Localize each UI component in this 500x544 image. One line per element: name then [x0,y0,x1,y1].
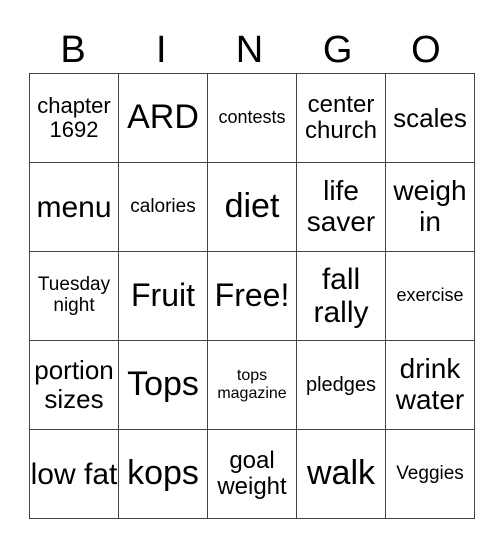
bingo-cell[interactable]: calories [118,162,208,252]
bingo-cell[interactable]: diet [207,162,297,252]
bingo-cell[interactable]: Fruit [118,251,208,341]
bingo-cell[interactable]: low fat [29,429,119,519]
bingo-cell[interactable]: exercise [385,251,475,341]
grid-row: portion sizes Tops tops magazine pledges… [29,340,475,430]
header-letter-n: N [235,29,264,71]
bingo-cell[interactable]: tops magazine [207,340,297,430]
bingo-cell[interactable]: contests [207,73,297,163]
bingo-cell[interactable]: drink water [385,340,475,430]
grid-row: Tuesday night Fruit Free! fall rally exe… [29,251,475,341]
bingo-grid: chapter 1692 ARD contests center church … [29,73,475,519]
bingo-cell[interactable]: scales [385,73,475,163]
grid-row: low fat kops goal weight walk Veggies [29,429,475,519]
bingo-cell[interactable]: portion sizes [29,340,119,430]
bingo-cell[interactable]: Tuesday night [29,251,119,341]
header-letter-g: G [322,29,353,71]
bingo-cell[interactable]: pledges [296,340,386,430]
bingo-cell[interactable]: walk [296,429,386,519]
bingo-cell[interactable]: goal weight [207,429,297,519]
bingo-cell[interactable]: Free! [207,251,297,341]
bingo-cell[interactable]: weigh in [385,162,475,252]
header-letter-b: B [60,29,86,71]
bingo-cell[interactable]: chapter 1692 [29,73,119,163]
bingo-cell[interactable]: center church [296,73,386,163]
bingo-cell[interactable]: fall rally [296,251,386,341]
bingo-cell[interactable]: ARD [118,73,208,163]
bingo-cell[interactable]: menu [29,162,119,252]
bingo-cell[interactable]: Tops [118,340,208,430]
bingo-cell[interactable]: Veggies [385,429,475,519]
bingo-header: B I N G O [29,28,470,72]
grid-row: chapter 1692 ARD contests center church … [29,73,475,163]
grid-row: menu calories diet life saver weigh in [29,162,475,252]
header-letter-i: I [156,29,167,71]
bingo-cell[interactable]: kops [118,429,208,519]
header-letter-o: O [411,29,441,71]
bingo-cell[interactable]: life saver [296,162,386,252]
